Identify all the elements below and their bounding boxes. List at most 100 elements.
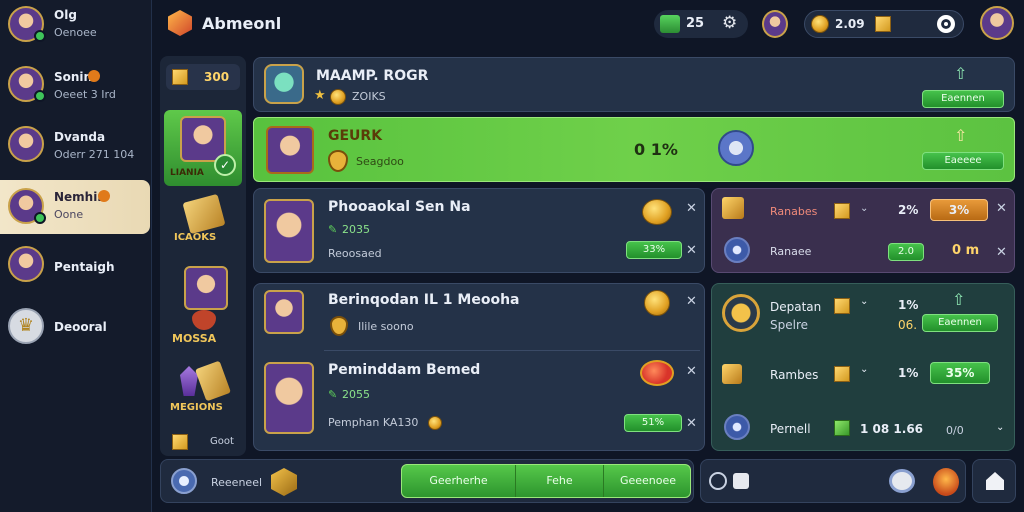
- scroll-icon: [182, 193, 226, 235]
- compass-icon[interactable]: [724, 414, 750, 440]
- close-icon[interactable]: ✕: [996, 201, 1007, 216]
- close-icon[interactable]: ✕: [686, 294, 697, 309]
- chevron-down-icon[interactable]: ⌄: [860, 296, 868, 307]
- right-row-label-2: Spelre: [770, 318, 809, 332]
- close-icon[interactable]: ✕: [686, 243, 697, 258]
- category-tile[interactable]: MEGIONS: [164, 360, 242, 424]
- right-panel-top: Ranabes ⌄ 2% 3% ✕ Ranaee 2.0 0 m ✕: [711, 188, 1015, 273]
- sidebar-item-1[interactable]: Olg Oenoee: [0, 0, 152, 52]
- arrow-up-icon: ⇧: [954, 126, 968, 145]
- tab-3[interactable]: Geeenoee: [604, 465, 692, 497]
- right-row-pct: 1%: [898, 298, 919, 312]
- small-pill-value: 2.0: [898, 246, 914, 257]
- chat-icon[interactable]: [709, 472, 727, 490]
- list-row-5[interactable]: Peminddam Bemed ✎ 2055 Pemphan KA130 ✕ 5…: [254, 354, 706, 450]
- row-action-button[interactable]: Eaennen: [922, 314, 998, 332]
- sidebar-item-name: Pentaigh: [54, 260, 115, 274]
- home-button[interactable]: [972, 459, 1016, 503]
- row-sub: Ilile soono: [358, 320, 414, 333]
- helmet-avatar: [264, 64, 304, 104]
- chevron-down-icon[interactable]: ⌄: [860, 364, 868, 375]
- header-avatar[interactable]: [762, 10, 788, 38]
- sidebar-item-3[interactable]: Dvanda Oderr 271 104: [0, 122, 152, 174]
- settings-gear-icon[interactable]: ⚙: [722, 13, 737, 33]
- category-label: LIANIA: [170, 168, 204, 178]
- close-icon[interactable]: ✕: [686, 416, 697, 431]
- hero-portrait: [184, 266, 228, 310]
- row-action-label: Eaennen: [938, 317, 982, 328]
- tab-2[interactable]: Fehe: [516, 465, 604, 497]
- list-row-3[interactable]: Phooaokal Sen Na ✎ 2035 Reoosaed ✕ 33% ✕: [253, 188, 705, 273]
- list-row-4[interactable]: Berinqodan IL 1 Meooha Ilile soono ✕: [254, 284, 706, 350]
- sword-icon: [722, 364, 742, 384]
- hero-portrait: [266, 126, 314, 174]
- camera-icon[interactable]: [733, 473, 749, 489]
- close-icon[interactable]: ✕: [996, 245, 1007, 260]
- row-action-button[interactable]: Eaennen: [922, 90, 1004, 108]
- gold-cube-icon: [875, 16, 891, 32]
- sidebar-item-sub: Oone: [54, 208, 84, 221]
- sidebar-item-2[interactable]: Sonin Oeeet 3 Ird: [0, 62, 152, 114]
- category-tile-selected[interactable]: ✓ LIANIA: [164, 110, 242, 186]
- category-tile[interactable]: ICAOKS: [164, 193, 242, 254]
- category-tile[interactable]: MOSSA: [164, 262, 242, 352]
- green-action-button[interactable]: 35%: [930, 362, 990, 384]
- reward-coin-icon[interactable]: [644, 290, 670, 316]
- shield-icon: [328, 150, 348, 172]
- hero-portrait: [264, 199, 314, 263]
- message-icon[interactable]: [889, 469, 915, 493]
- reward-coin-icon[interactable]: [642, 199, 672, 225]
- row-title: MAAMP. ROGR: [316, 68, 429, 84]
- avatar: [8, 126, 44, 162]
- bottom-tools: [700, 459, 966, 503]
- orange-action-label: 3%: [948, 203, 970, 217]
- sidebar: Olg Oenoee Sonin Oeeet 3 Ird Dvanda Oder…: [0, 0, 152, 512]
- progress-pill[interactable]: 33%: [626, 241, 682, 259]
- fire-emblem-icon[interactable]: [933, 468, 959, 496]
- orange-action-button[interactable]: 3%: [930, 199, 988, 221]
- list-row-4-5: Berinqodan IL 1 Meooha Ilile soono ✕ Pem…: [253, 283, 705, 451]
- row-title: GEURK: [328, 128, 383, 144]
- record-icon[interactable]: [937, 15, 955, 33]
- header: Abmeonl 25 ⚙ 2.09: [154, 0, 1024, 50]
- gems-counter[interactable]: 25 ⚙: [654, 10, 748, 38]
- badge-icon[interactable]: [718, 130, 754, 166]
- app-title: Abmeonl: [202, 14, 282, 33]
- sidebar-item-4-selected[interactable]: Nemhin Oone: [0, 180, 150, 234]
- row-line2: 2055: [342, 388, 370, 401]
- home-icon: [986, 472, 1004, 490]
- gold-cube-icon: [834, 298, 850, 314]
- small-pill[interactable]: 2.0: [888, 243, 924, 261]
- progress-pill[interactable]: 51%: [624, 414, 682, 432]
- category-tile[interactable]: Goot: [164, 432, 242, 454]
- gems-value: 25: [686, 16, 705, 31]
- chevron-down-icon[interactable]: ⌄: [860, 203, 868, 214]
- category-label: Goot: [210, 436, 234, 447]
- close-icon[interactable]: ✕: [686, 201, 697, 216]
- sidebar-item-name: Sonin: [54, 70, 93, 84]
- right-row-value-2: 0/0: [946, 424, 964, 437]
- compass-icon[interactable]: [724, 237, 750, 263]
- scroll-icon: [194, 360, 232, 402]
- chevron-down-icon[interactable]: ⌄: [996, 422, 1004, 433]
- profile-avatar[interactable]: [980, 6, 1014, 40]
- tab-1[interactable]: Geerherhe: [402, 465, 516, 497]
- right-row-label: Ranaee: [770, 245, 812, 258]
- hero-portrait: [264, 290, 304, 334]
- list-row-2-highlight[interactable]: GEURK Seagdoo 0 1% ⇧ Eaeeee: [253, 117, 1015, 182]
- ruby-icon[interactable]: [640, 360, 674, 386]
- sidebar-item-name: Deooral: [54, 320, 107, 334]
- row-action-button[interactable]: Eaeeee: [922, 152, 1004, 170]
- gold-value: 300: [204, 70, 230, 84]
- gold-counter[interactable]: 300: [166, 64, 240, 90]
- alert-badge: [98, 190, 110, 202]
- coins-counter[interactable]: 2.09: [804, 10, 964, 38]
- coin-icon: [330, 89, 346, 105]
- emblem-icon[interactable]: [271, 468, 297, 496]
- list-row-1[interactable]: MAAMP. ROGR ★ ZOIKS ⇧ Eaennen: [253, 57, 1015, 112]
- sidebar-item-5[interactable]: Pentaigh: [0, 244, 152, 292]
- sidebar-item-6[interactable]: ♛ Deooral: [0, 304, 152, 352]
- leaf-icon: ✎: [328, 388, 338, 401]
- swords-icon[interactable]: [171, 468, 197, 494]
- close-icon[interactable]: ✕: [686, 364, 697, 379]
